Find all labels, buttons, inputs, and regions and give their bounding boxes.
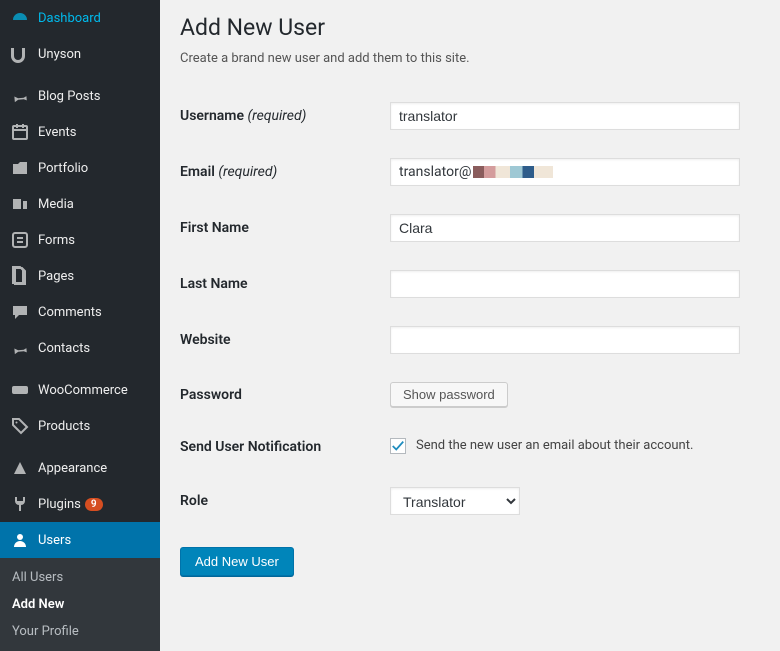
sidebar-item-label: Events <box>38 125 76 140</box>
sidebar-item-label: Contacts <box>38 341 90 356</box>
sidebar-item-media[interactable]: Media <box>0 186 160 222</box>
add-new-user-button[interactable]: Add New User <box>180 547 294 576</box>
submenu-item-add-new[interactable]: Add New <box>0 591 160 618</box>
forms-icon <box>10 230 30 250</box>
sidebar-item-label: Forms <box>38 233 75 248</box>
sidebar-item-dashboard[interactable]: Dashboard <box>0 0 160 36</box>
notification-label: Send User Notification <box>180 421 390 473</box>
pin-icon <box>10 86 30 106</box>
sidebar-item-label: Users <box>38 533 71 548</box>
sidebar-item-label: Pages <box>38 269 74 284</box>
sidebar-item-label: Plugins <box>38 497 81 512</box>
sidebar-item-events[interactable]: Events <box>0 114 160 150</box>
woo-icon <box>10 380 30 400</box>
media-icon <box>10 194 30 214</box>
update-badge: 9 <box>85 498 103 511</box>
sidebar-item-unyson[interactable]: Unyson <box>0 36 160 72</box>
calendar-icon <box>10 122 30 142</box>
plugins-icon <box>10 494 30 514</box>
last-name-input[interactable] <box>390 270 740 298</box>
products-icon <box>10 416 30 436</box>
pin-icon <box>10 338 30 358</box>
redacted-icon <box>473 166 553 178</box>
notification-checkbox[interactable] <box>390 438 406 454</box>
role-select[interactable]: Translator <box>390 487 520 515</box>
sidebar-item-forms[interactable]: Forms <box>0 222 160 258</box>
sidebar-item-plugins[interactable]: Plugins 9 <box>0 486 160 522</box>
page-description: Create a brand new user and add them to … <box>180 51 760 66</box>
page-title: Add New User <box>180 14 760 41</box>
unyson-icon <box>10 44 30 64</box>
submenu-item-all-users[interactable]: All Users <box>0 564 160 591</box>
sidebar-item-label: Unyson <box>38 47 81 62</box>
sidebar-item-contacts[interactable]: Contacts <box>0 330 160 366</box>
email-input[interactable]: translator@ <box>390 158 740 186</box>
password-label: Password <box>180 368 390 421</box>
first-name-label: First Name <box>180 200 390 256</box>
website-label: Website <box>180 312 390 368</box>
sidebar-item-portfolio[interactable]: Portfolio <box>0 150 160 186</box>
notification-checkbox-label: Send the new user an email about their a… <box>416 438 693 453</box>
show-password-button[interactable]: Show password <box>390 382 508 407</box>
sidebar-item-comments[interactable]: Comments <box>0 294 160 330</box>
email-label: Email <box>180 164 215 180</box>
users-icon <box>10 530 30 550</box>
sidebar-item-label: Blog Posts <box>38 89 100 104</box>
first-name-input[interactable] <box>390 214 740 242</box>
role-label: Role <box>180 473 390 529</box>
sidebar-item-blog-posts[interactable]: Blog Posts <box>0 78 160 114</box>
sidebar-item-label: Portfolio <box>38 161 88 176</box>
sidebar-item-pages[interactable]: Pages <box>0 258 160 294</box>
admin-sidebar: Dashboard Unyson Blog Posts Events Portfolio… <box>0 0 160 645</box>
sidebar-item-label: Media <box>38 197 74 212</box>
main-content: Add New User Create a brand new user and… <box>160 0 780 645</box>
pages-icon <box>10 266 30 286</box>
sidebar-item-products[interactable]: Products <box>0 408 160 444</box>
check-icon <box>391 439 405 453</box>
website-input[interactable] <box>390 326 740 354</box>
appearance-icon <box>10 458 30 478</box>
users-submenu: All UsersAdd NewYour Profile <box>0 558 160 651</box>
dashboard-icon <box>10 8 30 28</box>
sidebar-item-woocommerce[interactable]: WooCommerce <box>0 372 160 408</box>
sidebar-item-label: Comments <box>38 305 102 320</box>
sidebar-item-label: Products <box>38 419 90 434</box>
username-label: Username <box>180 108 244 124</box>
username-input[interactable] <box>390 102 740 130</box>
notification-checkbox-wrap[interactable]: Send the new user an email about their a… <box>390 438 693 454</box>
sidebar-item-label: Dashboard <box>38 11 101 26</box>
sidebar-item-appearance[interactable]: Appearance <box>0 450 160 486</box>
submenu-item-your-profile[interactable]: Your Profile <box>0 618 160 645</box>
comments-icon <box>10 302 30 322</box>
user-form: Username (required) Email (required) tra… <box>180 88 760 529</box>
sidebar-item-label: WooCommerce <box>38 383 128 398</box>
portfolio-icon <box>10 158 30 178</box>
sidebar-item-users[interactable]: Users <box>0 522 160 558</box>
last-name-label: Last Name <box>180 256 390 312</box>
sidebar-item-label: Appearance <box>38 461 107 476</box>
